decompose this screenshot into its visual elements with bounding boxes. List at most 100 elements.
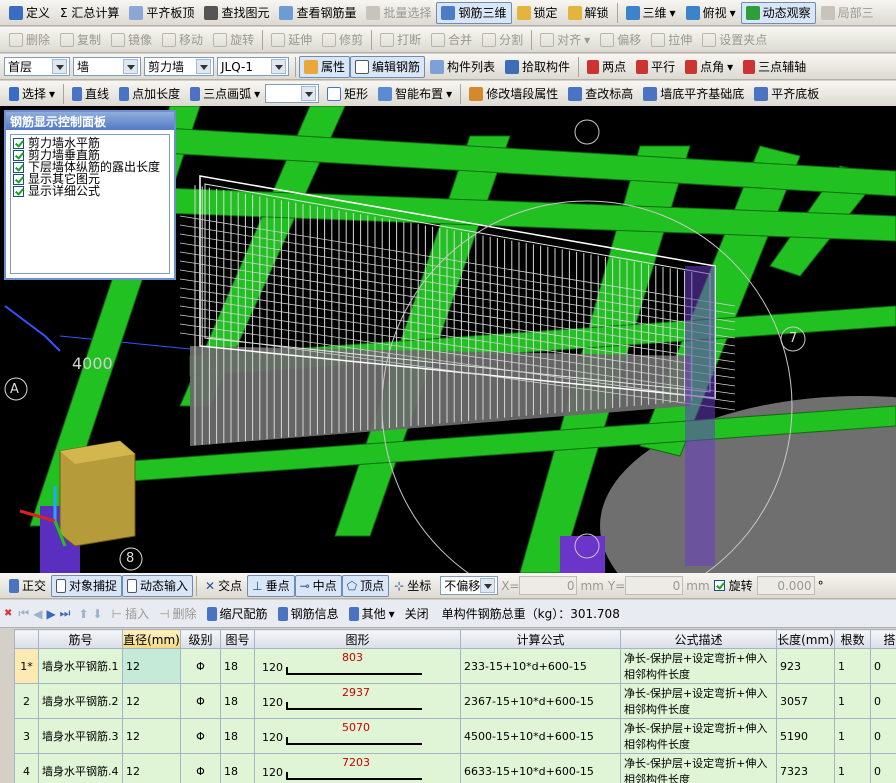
cell-dia[interactable]: 12 xyxy=(122,718,181,754)
cell-count[interactable]: 1 xyxy=(834,753,871,783)
view-3d-dropdown[interactable]: 三维 ▾ xyxy=(621,2,681,24)
mirror-button[interactable]: 镜像 xyxy=(106,29,157,51)
object-snap-button[interactable]: 对象捕捉 xyxy=(51,574,123,597)
cell-desc[interactable]: 净长-保护层+设定弯折+伸入相邻构件长度 xyxy=(620,683,777,719)
table-row[interactable]: 4 墙身水平钢筋.4 12 Φ 18 120 7203 6633-15+10*d+600-15… xyxy=(14,753,896,783)
local-3d-button[interactable]: 局部三 xyxy=(816,2,879,24)
cell-grade[interactable]: Φ xyxy=(180,648,221,684)
move-down-icon[interactable]: ⬇ xyxy=(93,607,103,621)
cell-desc[interactable]: 净长-保护层+设定弯折+伸入相邻构件长度 xyxy=(620,753,777,783)
offset-button[interactable]: 偏移 xyxy=(595,29,646,51)
cell-formula[interactable]: 233-15+10*d+600-15 xyxy=(460,648,621,684)
table-row[interactable]: 3 墙身水平钢筋.3 12 Φ 18 120 5070 4500-15+10*d+600-15… xyxy=(14,718,896,754)
next-record-icon[interactable]: ▶ xyxy=(46,607,55,621)
rectangle-button[interactable]: 矩形 xyxy=(322,83,373,105)
rebar-info-button[interactable]: 钢筋信息 xyxy=(273,603,344,625)
cell-formula[interactable]: 2367-15+10*d+600-15 xyxy=(460,683,621,719)
move-up-icon[interactable]: ⬆ xyxy=(78,607,88,621)
cell-formula[interactable]: 6633-15+10*d+600-15 xyxy=(460,753,621,783)
break-button[interactable]: 打断 xyxy=(375,29,426,51)
align-slab-top-button[interactable]: 平齐板顶 xyxy=(124,2,199,24)
batch-select-button[interactable]: 批量选择 xyxy=(361,2,436,24)
modify-wall-segment-button[interactable]: 修改墙段属性 xyxy=(464,83,563,105)
delete-row-button[interactable]: ⊣ 删除 xyxy=(154,603,201,625)
align-bottom-slab-button[interactable]: 平齐底板 xyxy=(749,83,824,105)
cell-name[interactable]: 墙身水平钢筋.2 xyxy=(38,683,123,719)
cell-idx[interactable]: 3 xyxy=(14,718,39,754)
edit-rebar-button[interactable]: 编辑钢筋 xyxy=(350,55,426,78)
line-button[interactable]: 直线 xyxy=(67,83,114,105)
cell-shape[interactable]: 120 803 xyxy=(254,648,461,684)
midpoint-snap-button[interactable]: ⊸ 中点 xyxy=(294,574,342,597)
cell-name[interactable]: 墙身水平钢筋.1 xyxy=(38,648,123,684)
cell-grade[interactable]: Φ xyxy=(180,753,221,783)
summary-calc-button[interactable]: Σ 汇总计算 xyxy=(55,2,124,24)
cell-dia[interactable]: 12 xyxy=(122,683,181,719)
checkbox-icon[interactable] xyxy=(13,137,24,149)
define-button[interactable]: 定义 xyxy=(4,2,55,24)
lock-button[interactable]: 锁定 xyxy=(512,2,563,24)
dynamic-orbit-button[interactable]: 动态观察 xyxy=(740,1,816,24)
cell-fig[interactable]: 18 xyxy=(220,683,255,719)
checkbox-icon[interactable] xyxy=(13,149,24,161)
column-header[interactable]: 搭接 xyxy=(870,629,896,649)
point-length-button[interactable]: 点加长度 xyxy=(114,83,185,105)
close-button[interactable]: 关闭 xyxy=(400,603,434,625)
cell-fig[interactable]: 18 xyxy=(220,718,255,754)
cell-len[interactable]: 7323 xyxy=(776,753,835,783)
checkbox-show-detail-formula[interactable]: 显示详细公式 xyxy=(13,185,167,197)
rotate-button[interactable]: 旋转 xyxy=(208,29,259,51)
vertex-snap-button[interactable]: ⬠ 顶点 xyxy=(341,574,390,597)
find-element-button[interactable]: 查找图元 xyxy=(199,2,274,24)
cell-idx[interactable]: 1* xyxy=(14,648,39,684)
three-point-arc-button[interactable]: 三点画弧 ▾ xyxy=(185,83,265,105)
pick-element-button[interactable]: 拾取构件 xyxy=(500,56,575,78)
cell-dia[interactable]: 12 xyxy=(122,753,181,783)
coordinate-button[interactable]: ⊹ 坐标 xyxy=(389,575,436,597)
cell-idx[interactable]: 2 xyxy=(14,683,39,719)
column-header[interactable]: 级别 xyxy=(180,629,221,649)
last-record-icon[interactable]: ⏭ xyxy=(60,606,71,621)
cell-lap[interactable]: 0 xyxy=(870,683,896,719)
column-header[interactable]: 筋号 xyxy=(38,629,123,649)
table-row[interactable]: 1* 墙身水平钢筋.1 12 Φ 18 120 803 233-15+10*d+600-15 净… xyxy=(14,648,896,684)
floor-select[interactable]: 首层 xyxy=(4,57,70,76)
cell-count[interactable]: 1 xyxy=(834,718,871,754)
ortho-button[interactable]: 正交 xyxy=(4,575,51,597)
cell-name[interactable]: 墙身水平钢筋.3 xyxy=(38,718,123,754)
top-view-dropdown[interactable]: 俯视 ▾ xyxy=(681,2,741,24)
cell-shape[interactable]: 120 7203 xyxy=(254,753,461,783)
column-header[interactable]: 长度(mm) xyxy=(776,629,835,649)
merge-button[interactable]: 合并 xyxy=(426,29,477,51)
cell-shape[interactable]: 120 5070 xyxy=(254,718,461,754)
cell-lap[interactable]: 0 xyxy=(870,753,896,783)
element-select[interactable]: JLQ-1 xyxy=(217,57,289,76)
checkbox-icon[interactable] xyxy=(13,185,24,197)
x-coordinate-input[interactable]: 0 xyxy=(519,576,578,595)
rotate-checkbox[interactable] xyxy=(713,580,725,591)
close-panel-icon[interactable]: ✖ xyxy=(4,608,12,619)
cell-len[interactable]: 3057 xyxy=(776,683,835,719)
point-angle-button[interactable]: 点角 ▾ xyxy=(680,56,738,78)
cell-lap[interactable]: 0 xyxy=(870,718,896,754)
type-select[interactable]: 剪力墙 xyxy=(144,57,214,76)
cell-name[interactable]: 墙身水平钢筋.4 xyxy=(38,753,123,783)
cell-count[interactable]: 1 xyxy=(834,683,871,719)
cell-len[interactable]: 923 xyxy=(776,648,835,684)
cell-fig[interactable]: 18 xyxy=(220,648,255,684)
cell-fig[interactable]: 18 xyxy=(220,753,255,783)
offset-mode-select[interactable]: 不偏移 xyxy=(440,576,499,595)
delete-button[interactable]: 删除 xyxy=(4,29,55,51)
properties-button[interactable]: 属性 xyxy=(299,55,351,78)
check-elevation-button[interactable]: 查改标高 xyxy=(563,83,638,105)
arc-option-select[interactable] xyxy=(265,84,320,103)
copy-button[interactable]: 复制 xyxy=(55,29,106,51)
y-coordinate-input[interactable]: 0 xyxy=(625,576,684,595)
smart-layout-button[interactable]: 智能布置 ▾ xyxy=(373,83,457,105)
insert-row-button[interactable]: ⊢ 插入 xyxy=(107,603,154,625)
cell-shape[interactable]: 120 2937 xyxy=(254,683,461,719)
column-header[interactable]: 图形 xyxy=(254,629,461,649)
extend-button[interactable]: 延伸 xyxy=(266,29,317,51)
column-header[interactable]: 计算公式 xyxy=(460,629,621,649)
cell-grade[interactable]: Φ xyxy=(180,683,221,719)
